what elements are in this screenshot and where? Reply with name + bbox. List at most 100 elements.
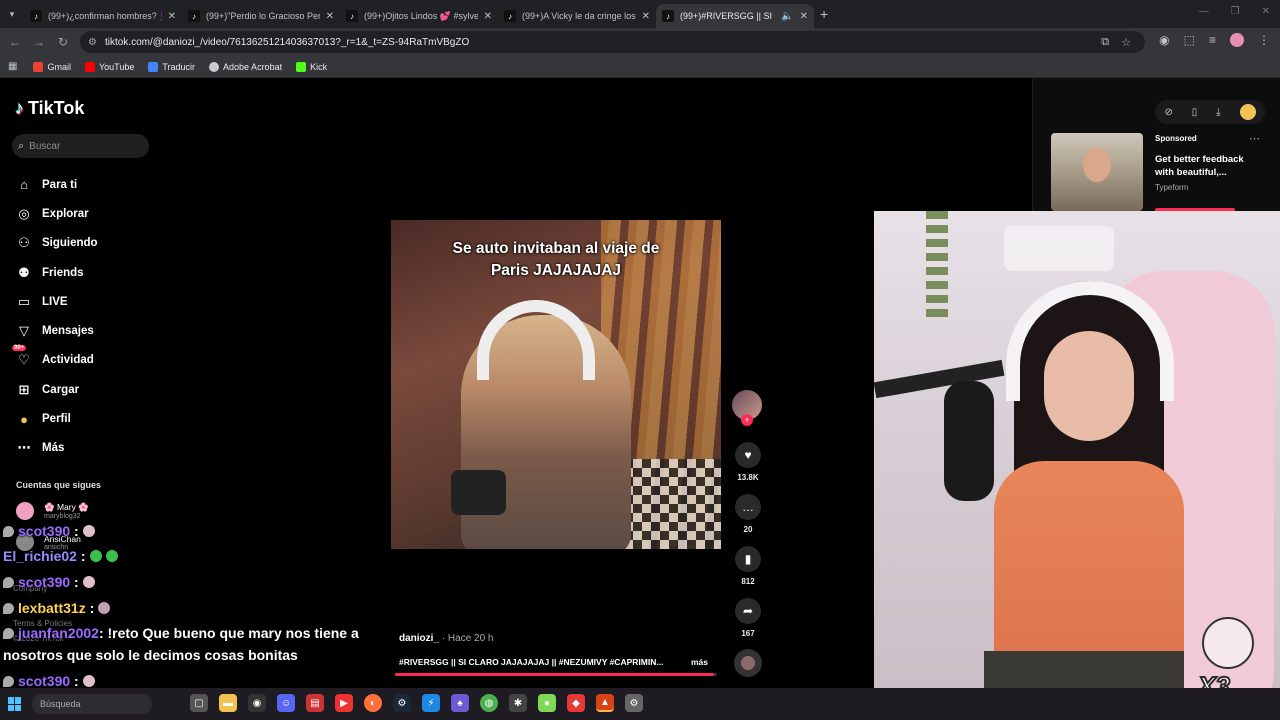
active-app-icon[interactable]: ▲ [596,694,614,712]
sidebar-item-mensajes[interactable]: ▽ Mensajes [15,316,98,345]
sidebar-item-mas[interactable]: ⋯ Más [15,434,98,463]
chrome-icon[interactable]: ◍ [480,694,498,712]
emote-icon [98,602,111,614]
new-tab-button[interactable]: + [820,6,828,22]
sidebar-item-siguiendo[interactable]: ⚇ Siguiendo [15,229,97,258]
taskbar-search[interactable]: Búsqueda [32,694,152,714]
ad-title[interactable]: Get better feedback with beautiful,... [1155,153,1265,179]
globe-icon [209,61,220,72]
bookmark-adobe-acrobat[interactable]: Adobe Acrobat [209,61,282,72]
tab-search-icon[interactable]: ▾ [0,0,24,28]
user-avatar[interactable] [1239,104,1256,120]
site-info-icon[interactable]: ⚙ [88,37,97,48]
task-view-icon[interactable]: ▢ [190,694,208,712]
red-app-icon[interactable]: ◆ [567,694,585,712]
tab-title: (99+)#RIVERSGG || SI CLARO... [680,11,775,21]
tab-title: (99+)¿confirman hombres? 🧕 ... [48,10,162,21]
sidebar-item-para-ti[interactable]: ⌂ Para ti [15,170,98,199]
bookmark-kick[interactable]: Kick [296,61,327,72]
apps-grid-icon[interactable]: ▦ [8,61,17,72]
browser-tab-bar: ▾ ♪ (99+)¿confirman hombres? 🧕 ... ✕ ♪ (… [0,0,1280,28]
speaker-icon[interactable]: 🔈 [781,11,793,22]
address-bar[interactable]: ⚙ tiktok.com/@daniozi_/video/76136251214… [80,31,1145,53]
reload-icon[interactable]: ↻ [51,35,75,49]
ad-brand: Typeform [1155,183,1189,192]
tab-close-icon[interactable]: ✕ [168,11,176,22]
save-button[interactable]: ▮ 812 [734,546,762,586]
bookmark-traducir[interactable]: Traducir [148,61,195,72]
sidebar-item-live[interactable]: ▭ LIVE [15,287,98,316]
like-button[interactable]: ♥ 13.8K [734,442,762,482]
tiktok-logo[interactable]: ♪ TikTok [15,98,84,119]
video-player[interactable]: Se auto invitaban al viaje de Paris JAJA… [391,220,721,549]
video-author[interactable]: daniozi_ · Hace 20 h [399,633,494,644]
sidebar-item-actividad[interactable]: ♡ 99+ Actividad [12,345,98,375]
save-count: 812 [741,577,755,586]
bookmark-gmail[interactable]: Gmail [33,61,71,72]
video-progress[interactable] [395,673,717,676]
tab-title: (99+)"Perdio lo Gracioso Pero C... [206,11,320,21]
streamlabs-icon[interactable]: ▶ [335,694,353,712]
tab-close-icon[interactable]: ✕ [326,11,334,22]
phone-icon[interactable]: ▯ [1192,107,1198,118]
window-controls: — ❐ ✕ [1199,6,1270,17]
follow-plus-icon[interactable]: + [741,414,753,426]
browser-tab[interactable]: ♪ (99+)¿confirman hombres? 🧕 ... ✕ [24,4,182,28]
search-input[interactable]: ⌕ Buscar [12,134,149,158]
forward-icon[interactable]: → [27,35,51,49]
ad-options-icon[interactable]: ⋯ [1249,132,1260,145]
ad-thumbnail[interactable] [1051,133,1143,211]
bookmark-youtube[interactable]: YouTube [84,61,134,72]
firefox-icon[interactable]: ◐ [364,694,382,712]
extension-icon[interactable]: ◉ [1159,33,1169,47]
video-caption: Se auto invitaban al viaje de Paris JAJA… [452,240,660,279]
discord-icon[interactable]: ☺ [277,694,295,712]
browser-tab[interactable]: ♪ (99+)Ojitos Lindos 💕 #sylvee... ✕ [340,4,498,28]
obs-icon[interactable]: ◉ [248,694,266,712]
chat-message: scot390 : [3,523,95,539]
minimize-icon[interactable]: — [1199,6,1209,17]
maximize-icon[interactable]: ❐ [1231,6,1240,17]
app-icon[interactable]: ♠ [451,694,469,712]
file-explorer-icon[interactable]: ▬ [219,694,237,712]
green-app-icon[interactable]: ● [538,694,556,712]
comment-button[interactable]: … 20 [734,494,762,534]
sidebar-item-cargar[interactable]: ⊞ Cargar [15,375,98,404]
settings-app-icon[interactable]: ✱ [509,694,527,712]
coins-icon[interactable]: ⊘ [1164,107,1172,118]
more-link[interactable]: más [691,657,708,667]
sidebar-item-friends[interactable]: ⚉ Friends [15,258,98,287]
tiktok-favicon-icon: ♪ [504,10,516,22]
reading-list-icon[interactable]: ≡ [1209,33,1216,47]
browser-menu-icon[interactable]: ⋮ [1258,33,1270,47]
back-icon[interactable]: ← [3,35,27,49]
news-icon[interactable]: ▤ [306,694,324,712]
battlenet-icon[interactable]: ⚡ [422,694,440,712]
download-icon[interactable]: ⤓ [1216,107,1220,118]
profile-avatar-icon[interactable] [1230,33,1244,47]
following-account[interactable]: 🌸 Mary 🌸 maryblog32 [16,502,89,520]
chat-message: lexbatt31z : [3,600,111,616]
tab-close-icon[interactable]: ✕ [800,11,808,22]
browser-tab-active[interactable]: ♪ (99+)#RIVERSGG || SI CLARO... 🔈 ✕ [656,4,814,28]
music-disc-icon[interactable] [734,649,762,677]
cam-microphone [944,381,994,501]
browser-tab[interactable]: ♪ (99+)A Vicky le da cringe los in... ✕ [498,4,656,28]
bookmark-star-icon[interactable]: ☆ [1121,36,1131,49]
tab-title: (99+)A Vicky le da cringe los in... [522,11,636,21]
settings-icon[interactable]: ⚙ [625,694,643,712]
creator-avatar[interactable]: + [732,390,762,426]
chat-username: El_richie02 [3,548,77,564]
browser-tab[interactable]: ♪ (99+)"Perdio lo Gracioso Pero C... ✕ [182,4,340,28]
steam-icon[interactable]: ⚙ [393,694,411,712]
sidebar-item-perfil[interactable]: ● Perfil [15,404,98,433]
tab-close-icon[interactable]: ✕ [642,11,650,22]
sidebar-item-explorar[interactable]: ◎ Explorar [15,199,98,228]
tiktok-favicon-icon: ♪ [30,10,42,22]
tab-close-icon[interactable]: ✕ [484,11,492,22]
share-button[interactable]: ➦ 167 [734,598,762,638]
windows-start-icon[interactable] [8,697,22,711]
install-app-icon[interactable]: ⧉ [1101,36,1109,49]
extensions-puzzle-icon[interactable]: ⬚ [1184,33,1195,47]
close-window-icon[interactable]: ✕ [1262,6,1270,17]
